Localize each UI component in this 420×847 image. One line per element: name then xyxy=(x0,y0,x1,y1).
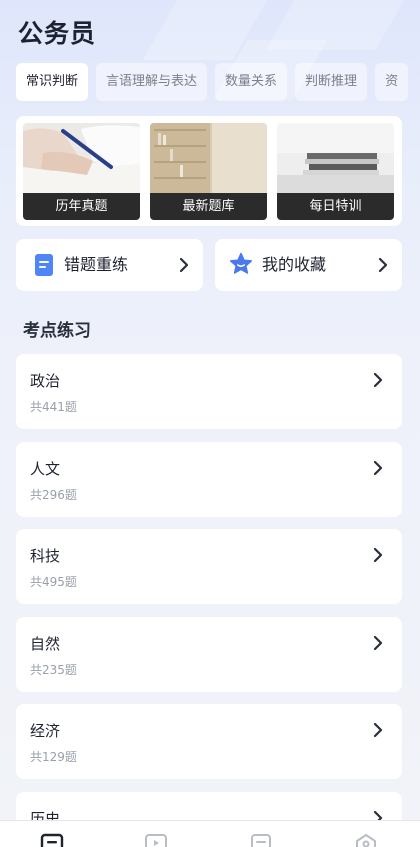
tab-reasoning[interactable]: 判断推理 xyxy=(295,63,368,101)
favorites-button[interactable]: 我的收藏 xyxy=(215,239,402,291)
category-tabs: 常识判断 言语理解与表达 数量关系 判断推理资 xyxy=(16,63,420,101)
banner-past-exams[interactable]: 历年真题 xyxy=(23,123,140,220)
topic-count: 共296题 xyxy=(30,487,77,502)
video-icon[interactable] xyxy=(144,833,168,847)
topic-name: 自然 xyxy=(30,634,61,653)
chevron-right-icon xyxy=(373,548,383,563)
page-title: 公务员 xyxy=(18,19,97,48)
bottom-nav xyxy=(0,820,420,847)
topic-item-humanities[interactable]: 人文 共296题 xyxy=(16,441,402,517)
topic-name: 政治 xyxy=(30,372,61,390)
writing-photo xyxy=(23,123,140,193)
practice-icon[interactable] xyxy=(40,833,64,847)
quick-link-label: 我的收藏 xyxy=(262,255,327,274)
notes-icon[interactable] xyxy=(249,833,273,847)
chevron-right-icon xyxy=(373,372,383,388)
bookshelf-photo xyxy=(150,123,267,193)
chevron-right-icon xyxy=(373,460,383,475)
banner-card: 历年真题 最新题库 每日特训 xyxy=(16,116,402,226)
quick-link-label: 错题重练 xyxy=(64,255,129,274)
topic-item-technology[interactable]: 科技 共495题 xyxy=(16,529,402,605)
topic-item-economy[interactable]: 经济 共129题 xyxy=(16,704,402,780)
tab-data-analysis[interactable]: 资 xyxy=(375,63,409,101)
books-photo xyxy=(277,123,394,193)
star-icon xyxy=(229,252,253,274)
banner-label: 历年真题 xyxy=(23,193,140,220)
tab-verbal-comprehension[interactable]: 言语理解与表达 xyxy=(96,63,208,101)
topic-count: 共235题 xyxy=(30,662,77,677)
topic-list: 政治 共441题 人文 共296题 科技 共495题 自然 共235题 经济 共… xyxy=(16,354,402,847)
topic-name: 人文 xyxy=(30,459,61,478)
topic-count: 共441题 xyxy=(30,400,77,414)
chevron-right-icon xyxy=(179,257,189,273)
banner-label: 每日特训 xyxy=(277,193,394,220)
topic-name: 科技 xyxy=(30,547,61,566)
profile-icon[interactable] xyxy=(354,833,378,847)
banner-latest-bank[interactable]: 最新题库 xyxy=(150,123,267,220)
topic-item-politics[interactable]: 政治 共441题 xyxy=(16,354,402,429)
wrong-questions-button[interactable]: 错题重练 xyxy=(16,239,203,291)
banner-daily-training[interactable]: 每日特训 xyxy=(277,123,394,220)
banner-label: 最新题库 xyxy=(150,193,267,220)
topic-name: 经济 xyxy=(30,722,61,741)
tab-quantitative[interactable]: 数量关系 xyxy=(215,63,288,101)
topic-item-nature[interactable]: 自然 共235题 xyxy=(16,616,402,692)
chevron-right-icon xyxy=(373,723,383,738)
chevron-right-icon xyxy=(373,635,383,650)
notebook-icon xyxy=(35,254,53,276)
section-title: 考点练习 xyxy=(23,321,91,341)
topic-count: 共495题 xyxy=(30,575,77,590)
tab-general-knowledge[interactable]: 常识判断 xyxy=(16,63,89,101)
chevron-right-icon xyxy=(378,257,388,273)
topic-count: 共129题 xyxy=(30,750,77,765)
